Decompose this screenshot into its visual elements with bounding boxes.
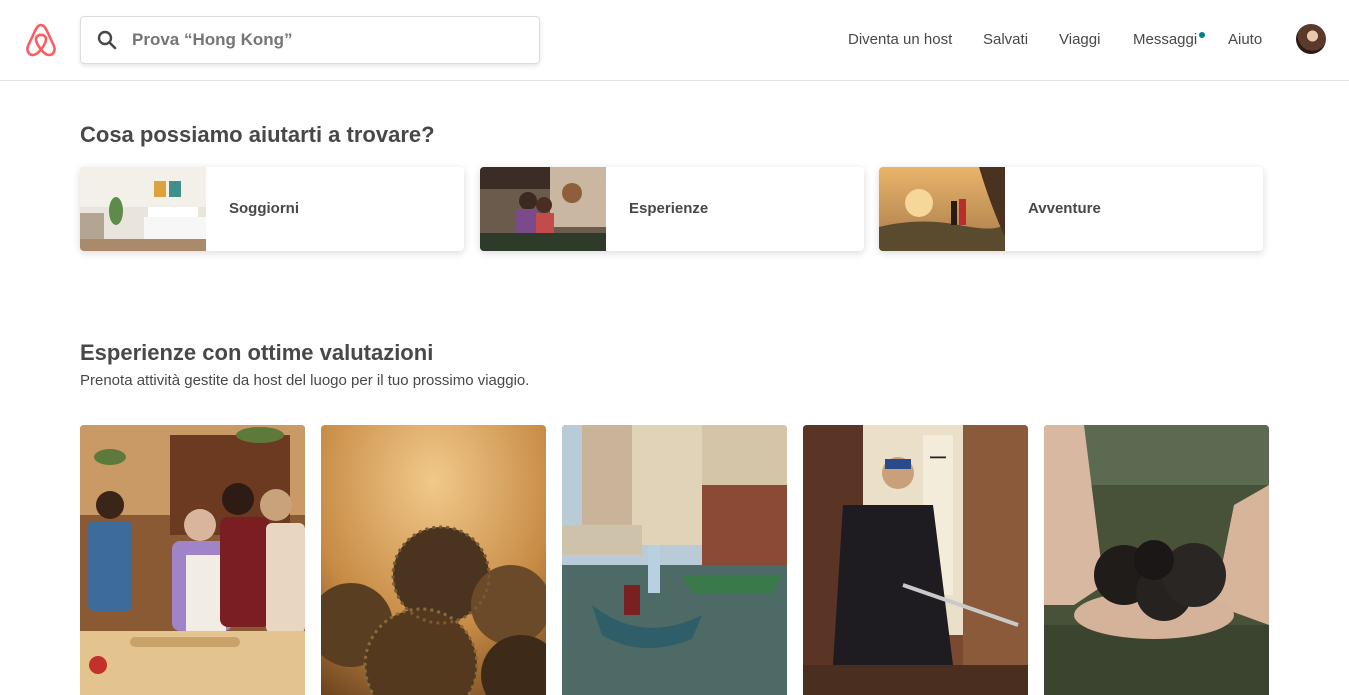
category-card-adventures[interactable]: Avventure [879,167,1263,251]
nav-saved[interactable]: Salvati [983,31,1028,48]
cooking-photo-icon [480,167,606,251]
experiences-section-title: Esperienze con ottime valutazioni [80,340,434,365]
experience-card-venice-rowing[interactable] [562,425,787,695]
category-label-experiences: Esperienze [629,200,709,217]
truffles-photo-icon [321,425,546,695]
venice-boat-photo-icon [562,425,787,695]
truffle-hands-photo-icon [1044,425,1269,695]
search-bar[interactable] [80,16,540,64]
nav-help[interactable]: Aiuto [1228,31,1262,48]
samurai-photo-icon: ー [803,425,1028,695]
search-icon [97,30,117,50]
category-card-stays[interactable]: Soggiorni [80,167,464,251]
nav-trips[interactable]: Viaggi [1059,31,1100,48]
experience-card-truffles[interactable] [321,425,546,695]
search-input[interactable] [132,30,512,50]
hiking-photo-icon [879,167,1005,251]
category-label-adventures: Avventure [1028,200,1101,217]
nav-become-host[interactable]: Diventa un host [848,31,952,48]
pasta-cooking-photo-icon [80,425,305,695]
bedroom-photo-icon [80,167,206,251]
user-avatar[interactable] [1296,24,1326,54]
top-header: Diventa un host Salvati Viaggi Messaggi … [0,0,1349,81]
svg-text:ー: ー [928,446,948,470]
experience-card-truffle-hunting[interactable] [1044,425,1269,695]
nav-messages[interactable]: Messaggi [1133,31,1197,48]
category-card-experiences[interactable]: Esperienze [480,167,864,251]
find-section-title: Cosa possiamo aiutarti a trovare? [80,122,435,147]
experiences-section-subtitle: Prenota attività gestite da host del luo… [80,372,530,389]
experience-card-samurai[interactable]: ー [803,425,1028,695]
notification-dot [1199,32,1205,38]
experience-card-pasta-making[interactable] [80,425,305,695]
airbnb-logo-icon[interactable] [24,22,58,58]
category-label-stays: Soggiorni [229,200,299,217]
